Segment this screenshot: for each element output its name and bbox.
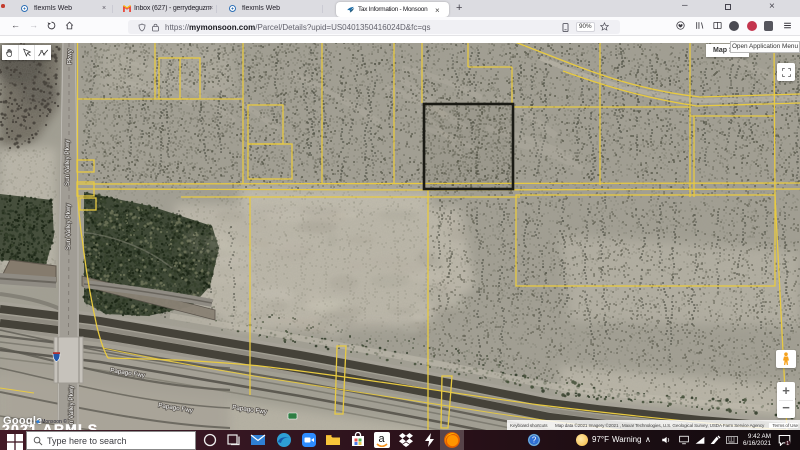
svg-text:Sun Valley Pkwy: Sun Valley Pkwy bbox=[64, 139, 71, 186]
svg-text:Sun Valley Pkwy: Sun Valley Pkwy bbox=[65, 203, 72, 250]
svg-text:Pkwy: Pkwy bbox=[67, 48, 74, 66]
svg-text:?: ? bbox=[532, 436, 537, 445]
svg-text:1: 1 bbox=[786, 441, 789, 446]
